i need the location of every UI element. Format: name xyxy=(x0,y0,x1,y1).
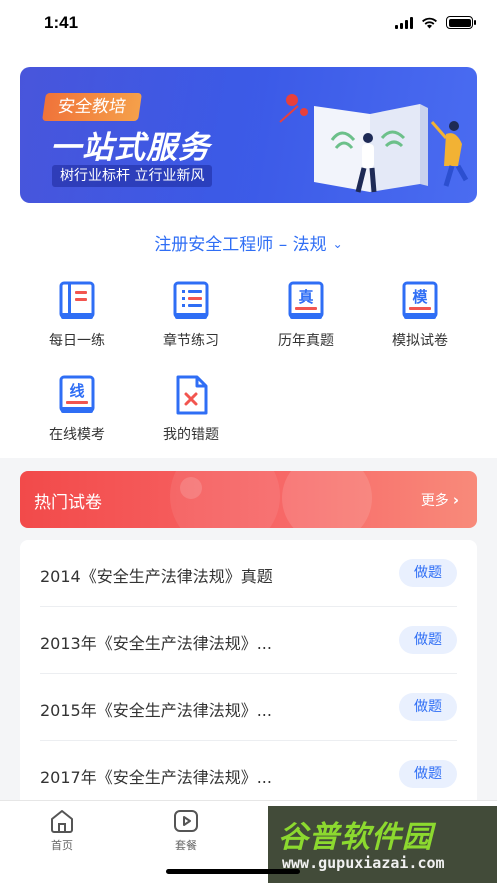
feature-label: 章节练习 xyxy=(163,333,219,349)
list-book-icon xyxy=(173,281,209,319)
feature-online-mock[interactable]: 线 在线模考 xyxy=(17,374,137,444)
chevron-right-icon: › xyxy=(452,491,459,509)
mo-book-icon: 模 xyxy=(402,281,438,319)
hot-papers-title: 热门试卷 xyxy=(34,493,102,513)
do-questions-button[interactable]: 做题 xyxy=(399,760,457,788)
home-icon xyxy=(51,810,73,833)
wifi-icon xyxy=(422,17,437,28)
tab-label: 套餐 xyxy=(175,839,197,852)
feature-chapter-practice[interactable]: 章节练习 xyxy=(131,280,251,350)
home-indicator xyxy=(166,869,300,874)
banner-illustration xyxy=(279,94,469,193)
watermark-url: www.gupuxiazai.com xyxy=(282,854,445,872)
feature-daily-practice[interactable]: 每日一练 xyxy=(17,280,137,350)
list-item[interactable]: 2017年《安全生产法律法规》... 做题 xyxy=(20,741,477,808)
feature-past-exams[interactable]: 真 历年真题 xyxy=(246,280,366,350)
feature-label: 历年真题 xyxy=(278,333,334,349)
do-questions-button[interactable]: 做题 xyxy=(399,626,457,654)
cellular-signal-icon xyxy=(395,16,413,29)
list-item[interactable]: 2013年《安全生产法律法规》... 做题 xyxy=(20,607,477,674)
paper-title: 2015年《安全生产法律法规》... xyxy=(40,701,272,720)
do-questions-button[interactable]: 做题 xyxy=(399,559,457,587)
more-label: 更多 xyxy=(420,493,449,509)
watermark-text: 谷普软件园 xyxy=(278,820,433,855)
battery-icon xyxy=(446,16,476,29)
feature-my-mistakes[interactable]: 我的错题 xyxy=(131,374,251,444)
banner-title: 一站式服务 xyxy=(50,130,210,166)
hot-papers-header: 热门试卷 更多 › xyxy=(20,471,477,528)
feature-mock-papers[interactable]: 模 模拟试卷 xyxy=(360,280,480,350)
feature-label: 模拟试卷 xyxy=(392,333,448,349)
subject-selector[interactable]: 注册安全工程师 – 法规 ⌄ xyxy=(0,230,497,255)
subject-label: 注册安全工程师 – 法规 xyxy=(154,235,327,255)
paper-title: 2013年《安全生产法律法规》... xyxy=(40,634,272,653)
list-item[interactable]: 2014《安全生产法律法规》真题 做题 xyxy=(20,540,477,607)
error-document-icon xyxy=(176,375,208,415)
more-link[interactable]: 更多 › xyxy=(421,490,459,510)
status-icons xyxy=(395,16,476,29)
tab-packages[interactable]: 套餐 xyxy=(156,809,216,853)
banner-tag: 安全教培 xyxy=(42,93,142,121)
xian-glyph: 线 xyxy=(69,382,84,400)
list-item[interactable]: 2015年《安全生产法律法规》... 做题 xyxy=(20,674,477,741)
tab-label: 首页 xyxy=(51,839,73,852)
status-time: 1:41 xyxy=(44,13,79,32)
watermark: 谷普软件园 www.gupuxiazai.com xyxy=(268,806,497,883)
feature-label: 在线模考 xyxy=(49,427,105,443)
mo-glyph: 模 xyxy=(412,288,428,306)
chevron-down-icon: ⌄ xyxy=(332,237,343,251)
xian-book-icon: 线 xyxy=(59,375,95,413)
paper-title: 2017年《安全生产法律法规》... xyxy=(40,768,272,787)
zhen-glyph: 真 xyxy=(298,288,313,306)
do-questions-button[interactable]: 做题 xyxy=(399,693,457,721)
hot-papers-list: 2014《安全生产法律法规》真题 做题 2013年《安全生产法律法规》... 做… xyxy=(20,540,477,810)
feature-label: 我的错题 xyxy=(163,427,219,443)
feature-label: 每日一练 xyxy=(49,333,105,349)
status-bar: 1:41 xyxy=(0,0,497,48)
play-icon xyxy=(174,810,198,832)
book-icon xyxy=(59,281,95,319)
zhen-book-icon: 真 xyxy=(288,281,324,319)
paper-title: 2014《安全生产法律法规》真题 xyxy=(40,567,273,586)
tab-home[interactable]: 首页 xyxy=(32,809,92,853)
banner-subtitle: 树行业标杆 立行业新风 xyxy=(52,165,213,187)
